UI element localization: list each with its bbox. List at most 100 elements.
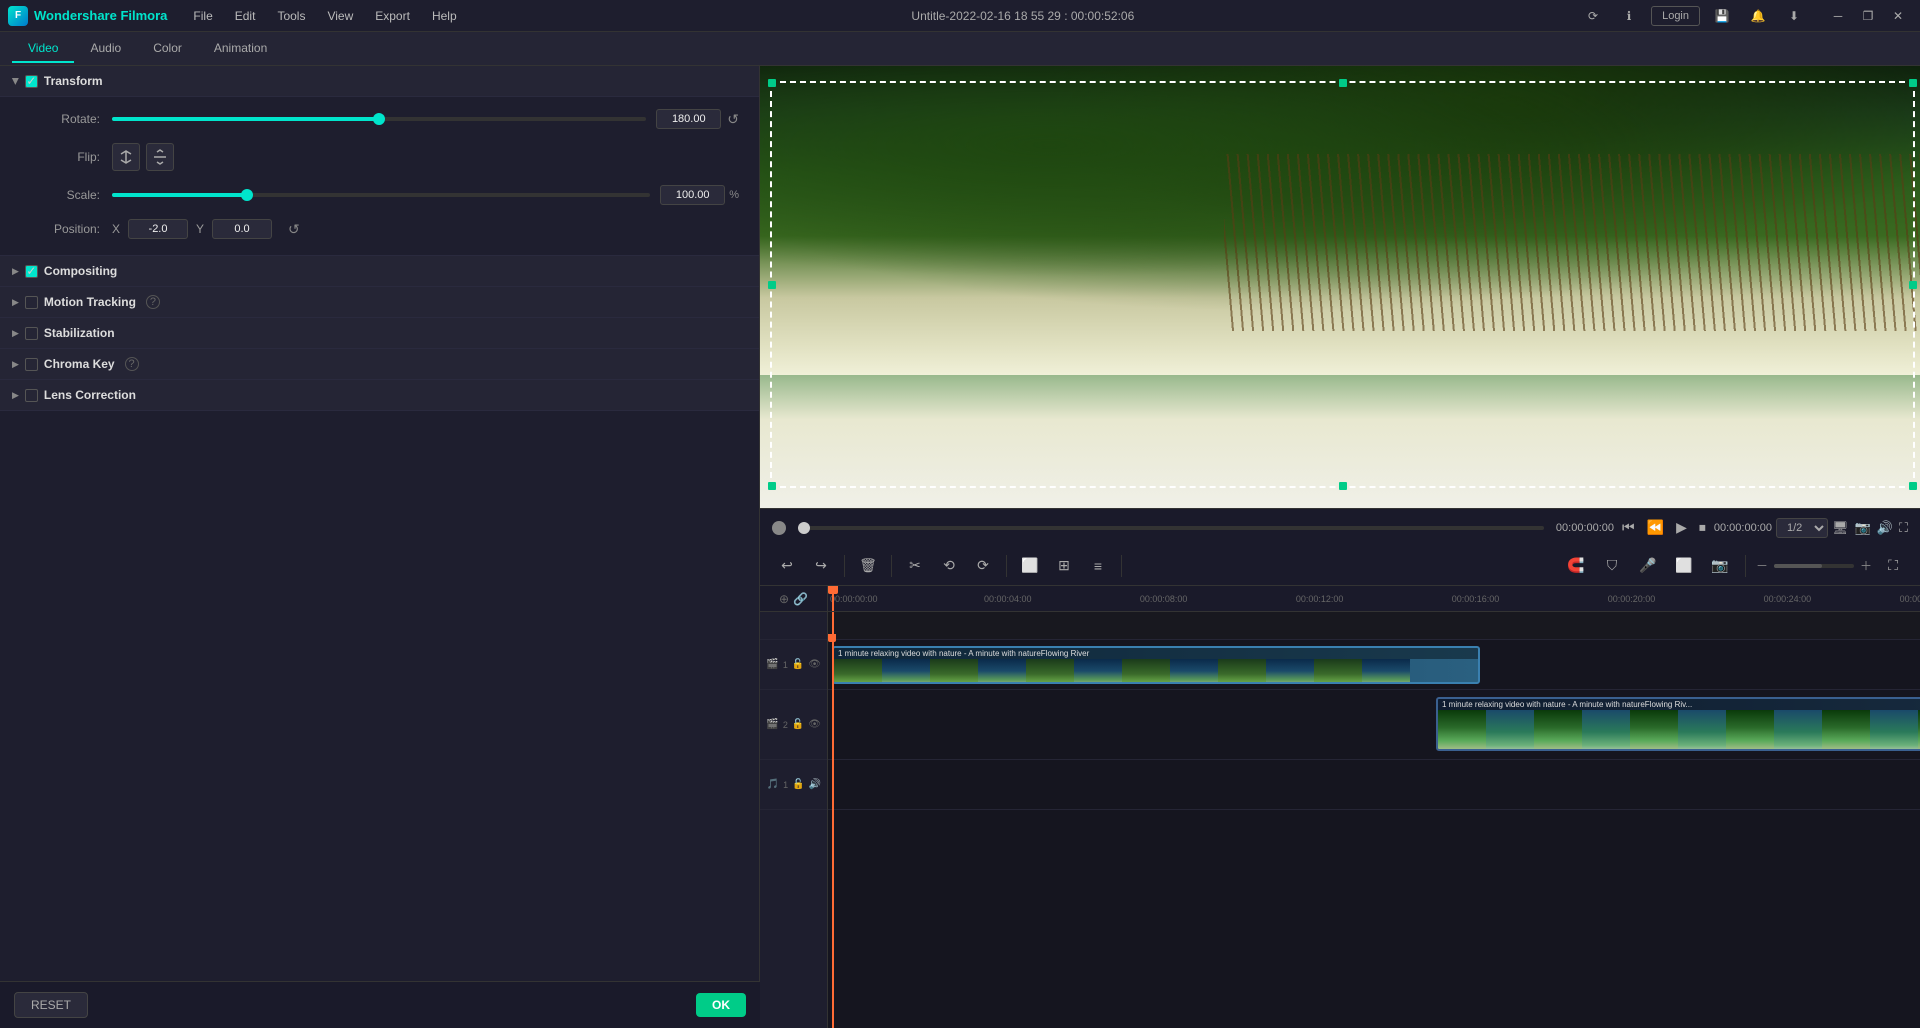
position-x-input[interactable] — [128, 219, 188, 239]
stop-button[interactable]: ⏹ — [1695, 515, 1710, 540]
track1-lock-icon[interactable]: 🔓 — [792, 659, 804, 670]
download-icon[interactable]: ⬇ — [1780, 5, 1808, 27]
track1-eye-icon[interactable]: 👁 — [808, 659, 821, 670]
transform-section-header[interactable]: ▶ ✓ Transform — [0, 66, 759, 97]
window-controls: ─ ❐ ✕ — [1824, 5, 1912, 27]
track2-lock-icon[interactable]: 🔓 — [792, 719, 804, 730]
minimize-button[interactable]: ─ — [1824, 5, 1852, 27]
video-clip-2[interactable]: 1 minute relaxing video with nature - A … — [1436, 697, 1920, 751]
scale-value[interactable] — [660, 185, 725, 205]
tab-video[interactable]: Video — [12, 35, 74, 63]
compositing-arrow: ▶ — [12, 266, 19, 277]
cut-button[interactable]: ✂ — [900, 551, 930, 581]
main-content: ▶ ✓ Transform Rotate: ↺ Flip: — [0, 66, 1920, 1028]
volume-icon[interactable]: 🔊 — [1877, 520, 1893, 536]
sync-icon[interactable]: ⟳ — [1579, 5, 1607, 27]
transform-checkbox[interactable]: ✓ — [25, 75, 38, 88]
snap-button[interactable]: 🧲 — [1561, 551, 1591, 581]
motion-tracking-section-header[interactable]: ▶ Motion Tracking ? — [0, 287, 759, 318]
tab-animation[interactable]: Animation — [198, 35, 283, 63]
split-audio-button[interactable]: ⊞ — [1049, 551, 1079, 581]
skip-back-button[interactable]: ⏮ — [1618, 515, 1639, 540]
restore-button[interactable]: ❐ — [1854, 5, 1882, 27]
chroma-key-checkbox[interactable] — [25, 358, 38, 371]
empty-track-ctrl — [760, 612, 827, 640]
menu-view[interactable]: View — [317, 5, 363, 27]
rotate-reset-icon[interactable]: ↺ — [727, 111, 739, 128]
menu-file[interactable]: File — [183, 5, 222, 27]
menu-edit[interactable]: Edit — [225, 5, 266, 27]
screenshot-button[interactable]: 📷 — [1705, 551, 1735, 581]
zoom-slider[interactable] — [1774, 564, 1854, 568]
redo-button[interactable]: ↪ — [806, 551, 836, 581]
close-button[interactable]: ✕ — [1884, 5, 1912, 27]
y-axis-label: Y — [196, 222, 204, 236]
reset-button[interactable]: RESET — [14, 992, 88, 1018]
fullscreen-timeline-button[interactable]: ⛶ — [1878, 551, 1908, 581]
quality-select[interactable]: 1/2 Full 1/4 — [1776, 518, 1828, 538]
zoom-in-icon[interactable]: ＋ — [1860, 557, 1872, 574]
rotate-value[interactable] — [656, 109, 721, 129]
play-button[interactable]: ▶ — [1672, 515, 1691, 540]
audio-lock-icon[interactable]: 🔓 — [792, 779, 804, 790]
fullscreen-icon[interactable]: ⛶ — [1899, 520, 1908, 536]
save-icon[interactable]: 💾 — [1708, 5, 1736, 27]
compositing-section-header[interactable]: ▶ ✓ Compositing — [0, 256, 759, 287]
ok-button[interactable]: OK — [696, 993, 746, 1017]
lens-correction-checkbox[interactable] — [25, 389, 38, 402]
tab-audio[interactable]: Audio — [74, 35, 137, 63]
audio-mute-icon[interactable]: 🔊 — [809, 779, 821, 790]
rotate-right-button[interactable]: ⟳ — [968, 551, 998, 581]
rotate-slider[interactable] — [112, 117, 646, 121]
preview-scrubber[interactable] — [798, 526, 1544, 530]
delete-button[interactable]: 🗑 — [853, 551, 883, 581]
menu-help[interactable]: Help — [422, 5, 467, 27]
flip-vertical-button[interactable] — [146, 143, 174, 171]
clip-2-frame-1 — [1438, 710, 1486, 749]
clip-frame-8 — [1170, 659, 1218, 682]
tab-color[interactable]: Color — [137, 35, 198, 63]
login-button[interactable]: Login — [1651, 6, 1700, 26]
track2-eye-icon[interactable]: 👁 — [808, 719, 821, 730]
position-marker[interactable] — [772, 521, 786, 535]
ruler-side-spacer: ⊕ 🔗 — [760, 586, 828, 611]
track2-number: 2 — [783, 720, 788, 730]
voice-button[interactable]: 🎤 — [1633, 551, 1663, 581]
stabilization-section-header[interactable]: ▶ Stabilization — [0, 318, 759, 349]
scale-slider[interactable] — [112, 193, 650, 197]
video-clip-1[interactable]: 1 minute relaxing video with nature - A … — [832, 646, 1480, 684]
rotate-left-button[interactable]: ⟲ — [934, 551, 964, 581]
step-back-button[interactable]: ⏪ — [1643, 515, 1668, 540]
zoom-out-icon[interactable]: － — [1756, 557, 1768, 574]
undo-button[interactable]: ↩ — [772, 551, 802, 581]
position-reset-icon[interactable]: ↺ — [288, 221, 300, 238]
handle-bottom-right[interactable] — [1909, 482, 1917, 490]
track1-video-icon: 🎬 — [766, 659, 778, 670]
position-y-input[interactable] — [212, 219, 272, 239]
stabilization-checkbox[interactable] — [25, 327, 38, 340]
rotate-row: Rotate: ↺ — [20, 109, 739, 129]
chroma-key-section-header[interactable]: ▶ Chroma Key ? — [0, 349, 759, 380]
adjust-audio-button[interactable]: ≡ — [1083, 551, 1113, 581]
monitor-icon[interactable]: 🖥 — [1832, 520, 1849, 536]
ruler-marks-area[interactable]: 00:00:00:00 00:00:04:00 00:00:08:00 00:0… — [828, 586, 1920, 611]
info-icon[interactable]: ℹ — [1615, 5, 1643, 27]
right-area: 00:00:00:00 ⏮ ⏪ ▶ ⏹ 00:00:00:00 1/2 Full… — [760, 66, 1920, 1028]
link-icon[interactable]: 🔗 — [793, 592, 808, 606]
handle-bottom-middle[interactable] — [1339, 482, 1347, 490]
notification-icon[interactable]: 🔔 — [1744, 5, 1772, 27]
menu-export[interactable]: Export — [365, 5, 420, 27]
lens-correction-section-header[interactable]: ▶ Lens Correction — [0, 380, 759, 411]
compositing-checkbox[interactable]: ✓ — [25, 265, 38, 278]
correction-button[interactable]: ⬜ — [1669, 551, 1699, 581]
chroma-key-help[interactable]: ? — [125, 357, 139, 371]
flip-horizontal-button[interactable] — [112, 143, 140, 171]
motion-tracking-help[interactable]: ? — [146, 295, 160, 309]
motion-tracking-checkbox[interactable] — [25, 296, 38, 309]
camera-icon[interactable]: 📷 — [1855, 520, 1871, 536]
add-media-icon[interactable]: ⊕ — [779, 592, 789, 606]
handle-bottom-left[interactable] — [768, 482, 776, 490]
mark-button[interactable]: ⛉ — [1597, 551, 1627, 581]
insert-button[interactable]: ⬜ — [1015, 551, 1045, 581]
menu-tools[interactable]: Tools — [267, 5, 315, 27]
